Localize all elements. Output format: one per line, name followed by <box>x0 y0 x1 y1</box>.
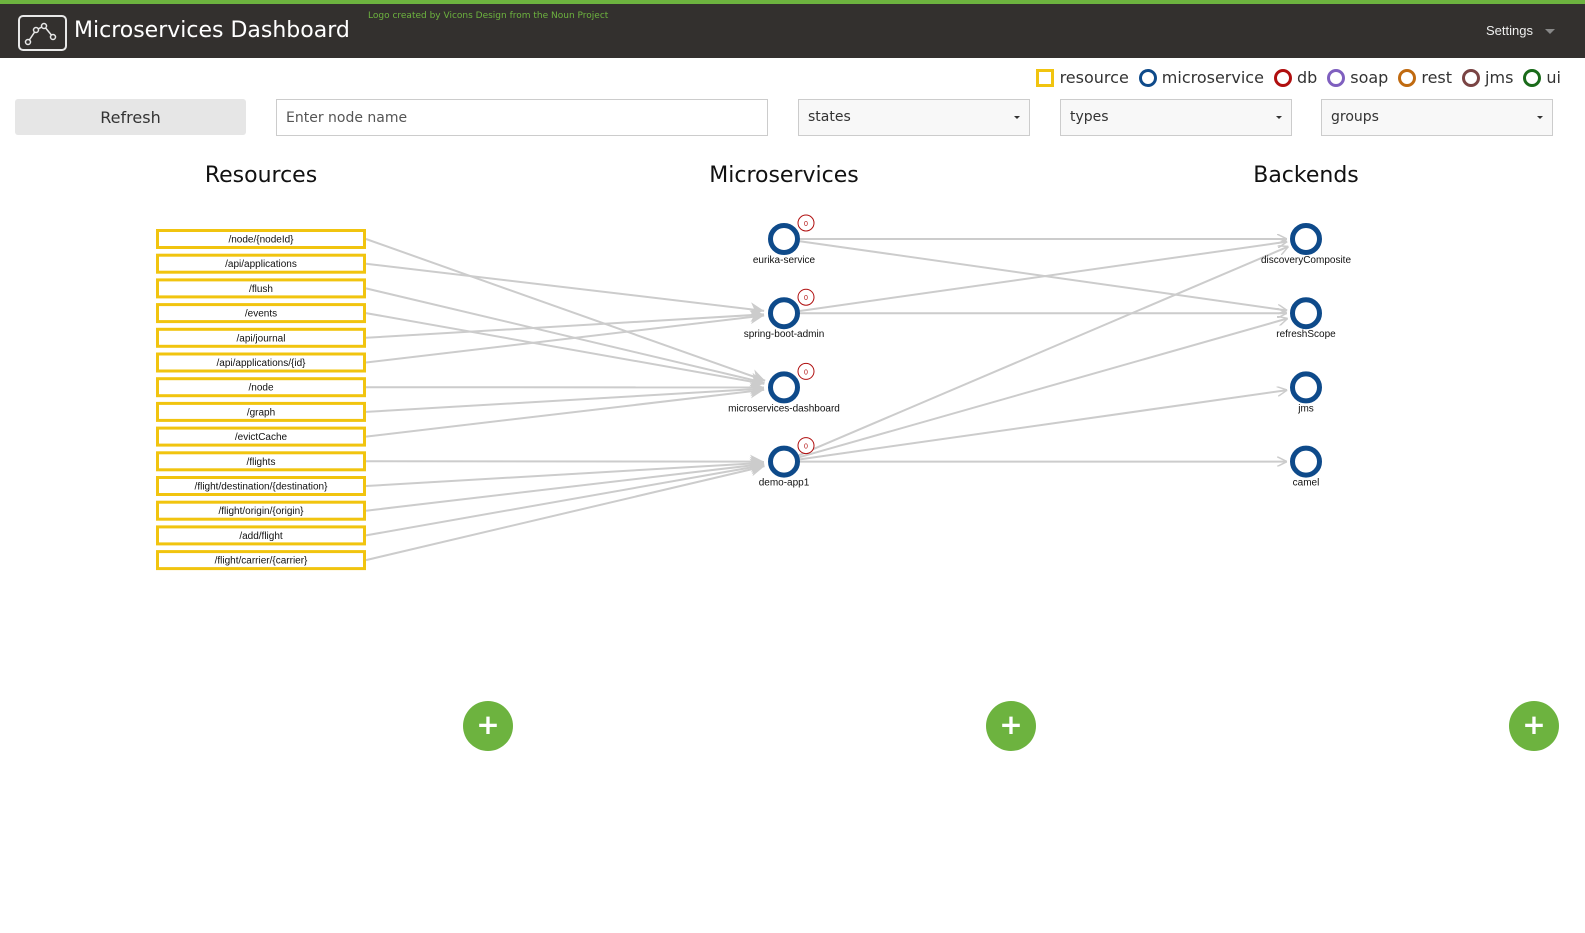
add-microservice-button[interactable]: + <box>986 701 1036 751</box>
resource-node[interactable]: /api/applications <box>156 253 366 274</box>
resource-label: /api/applications/{id} <box>217 358 307 369</box>
microservice-circle-icon <box>768 297 800 330</box>
badge-count: 0 <box>804 221 808 228</box>
resource-label: /node <box>248 383 273 394</box>
microservice-circle-icon <box>768 223 800 255</box>
backend-label: refreshScope <box>1276 329 1336 340</box>
resource-node[interactable]: /node/{nodeId} <box>156 229 366 249</box>
resource-label: /flight/destination/{destination} <box>195 482 329 493</box>
microservice-circle-icon <box>768 371 800 404</box>
resource-node[interactable]: /events <box>156 303 366 324</box>
resource-label: /flight/carrier/{carrier} <box>215 556 308 567</box>
resource-label: /evictCache <box>235 432 288 443</box>
backend-label: camel <box>1293 478 1320 489</box>
edge-resource-microservice <box>365 460 765 537</box>
resource-node[interactable]: /flights <box>156 451 366 472</box>
resource-label: /flights <box>247 457 276 468</box>
resource-node[interactable]: /api/journal <box>156 327 366 348</box>
add-backend-button[interactable]: + <box>1509 701 1559 751</box>
edge-resource-microservice <box>365 382 765 413</box>
microservice-node[interactable]: 0 eurika-service <box>753 214 816 266</box>
backend-node[interactable]: jms <box>1290 371 1322 415</box>
edge-resource-microservice <box>365 458 765 512</box>
backend-circle-icon <box>1290 371 1322 404</box>
badge-count: 0 <box>804 444 808 451</box>
resource-label: /flight/origin/{origin} <box>218 506 304 517</box>
microservice-node[interactable]: 0 demo-app1 <box>759 437 815 489</box>
resource-node[interactable]: /node <box>156 377 366 398</box>
microservice-label: eurika-service <box>753 255 816 266</box>
resource-label: /events <box>245 309 277 320</box>
edge-resource-microservice <box>365 456 765 487</box>
resource-node[interactable]: /add/flight <box>156 525 366 546</box>
resource-node[interactable]: /evictCache <box>156 426 366 447</box>
edge-resource-microservice <box>365 308 765 339</box>
resource-label: /flush <box>249 284 273 295</box>
resource-label: /api/applications <box>225 259 297 270</box>
resource-label: /graph <box>247 407 275 418</box>
backend-label: jms <box>1297 403 1314 414</box>
edge-resource-microservice <box>365 310 765 364</box>
badge-count: 0 <box>804 369 808 376</box>
microservice-label: microservices-dashboard <box>728 403 840 414</box>
edge-microservice-backend <box>799 318 1287 459</box>
resource-label: /add/flight <box>239 531 283 542</box>
add-resource-button[interactable]: + <box>463 701 513 751</box>
resource-node[interactable]: /flight/carrier/{carrier} <box>156 550 366 571</box>
microservice-circle-icon <box>768 445 800 478</box>
edge-resource-microservice <box>365 312 765 389</box>
resource-node[interactable]: /flush <box>156 278 366 299</box>
backend-circle-icon <box>1290 445 1322 478</box>
backend-circle-icon <box>1290 223 1322 255</box>
edge-resource-microservice <box>365 384 765 438</box>
microservice-label: spring-boot-admin <box>744 329 825 340</box>
backend-circle-icon <box>1290 297 1322 330</box>
backend-node[interactable]: camel <box>1290 445 1322 489</box>
badge-count: 0 <box>804 295 808 302</box>
resource-label: /api/journal <box>237 333 286 344</box>
backend-label: discoveryComposite <box>1261 255 1351 266</box>
resource-node[interactable]: /flight/destination/{destination} <box>156 476 366 496</box>
resource-node[interactable]: /graph <box>156 401 366 422</box>
dependency-graph: /node/{nodeId} /api/applications/flush/ev… <box>156 214 1351 571</box>
backend-node[interactable]: discoveryComposite <box>1261 223 1351 267</box>
resource-node[interactable]: /api/applications/{id} <box>156 352 366 373</box>
resource-node[interactable]: /flight/origin/{origin} <box>156 500 366 521</box>
edge-resource-microservice <box>365 262 765 317</box>
resource-label: /node/{nodeId} <box>228 235 294 246</box>
edge-resource-microservice <box>365 287 765 387</box>
edge-resource-microservice <box>365 462 765 562</box>
microservice-label: demo-app1 <box>759 478 810 489</box>
edge-resource-microservice <box>365 238 766 383</box>
